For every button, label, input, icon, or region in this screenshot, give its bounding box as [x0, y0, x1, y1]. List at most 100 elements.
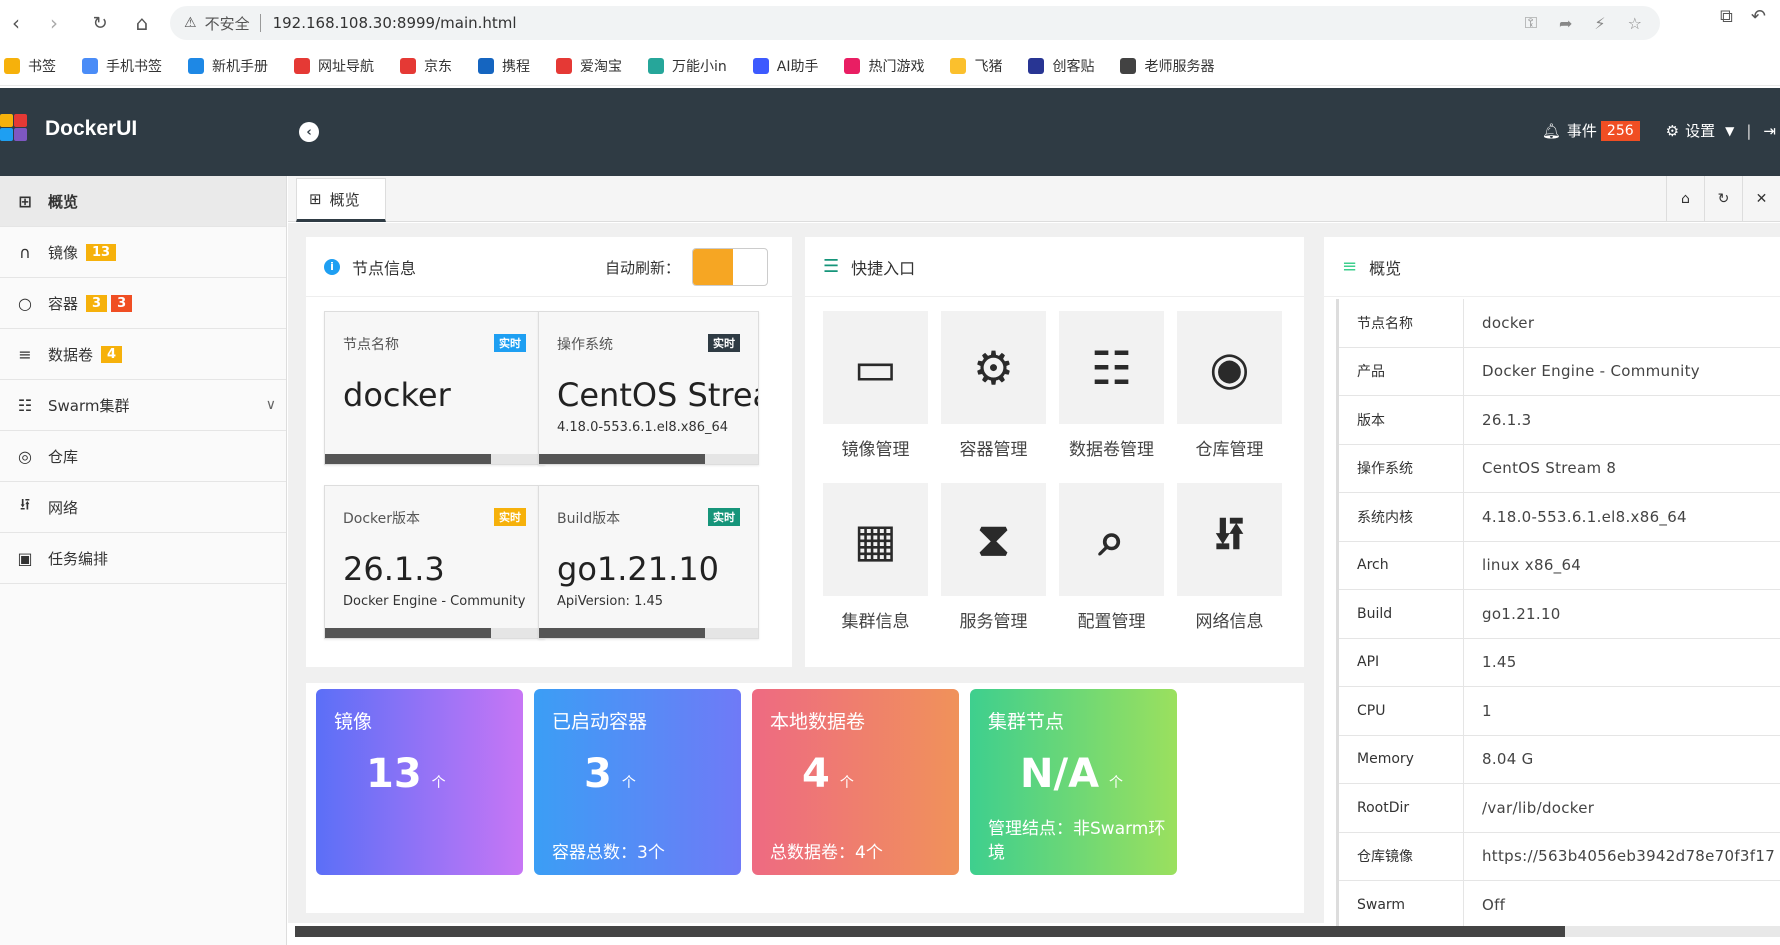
- quick-entry-tile[interactable]: ⚙: [941, 311, 1046, 424]
- quick-entry-label[interactable]: 配置管理: [1059, 607, 1164, 632]
- bell-icon[interactable]: 🔔︎: [1542, 122, 1561, 140]
- bookmark-item[interactable]: 新机手册: [188, 56, 268, 76]
- row-value: https://563b4056eb3942d78e70f3f17: [1482, 847, 1776, 866]
- sidebar-item[interactable]: ⊞ 概览: [0, 176, 286, 227]
- sidebar-item[interactable]: ≡ 数据卷 4: [0, 329, 286, 380]
- events-label[interactable]: 事件: [1567, 120, 1597, 141]
- share-icon[interactable]: ➦: [1559, 14, 1572, 33]
- back-icon[interactable]: ‹: [0, 7, 32, 39]
- bookmark-item[interactable]: 手机书签: [82, 56, 162, 76]
- bookmark-label: 书签: [28, 58, 56, 75]
- forward-icon[interactable]: ›: [38, 7, 70, 39]
- bookmark-item[interactable]: 热门游戏: [844, 56, 924, 76]
- sidebar-item[interactable]: ▣ 任务编排: [0, 533, 286, 584]
- bookmark-icon: [1120, 57, 1137, 74]
- overview-title: 概览: [1369, 258, 1402, 278]
- row-key: 操作系统: [1339, 444, 1464, 492]
- quick-entry-tile[interactable]: ☷: [1059, 311, 1164, 424]
- stat-value: N/A: [1020, 751, 1100, 797]
- quick-entry-tile[interactable]: ⧗: [941, 483, 1046, 596]
- stat-value: 13: [366, 751, 422, 797]
- window-icon: ▭: [853, 340, 898, 395]
- bookmark-item[interactable]: 飞猪: [950, 56, 1002, 76]
- sidebar-item[interactable]: ⭿ 网络: [0, 482, 286, 533]
- home-tab-icon[interactable]: ⌂: [1666, 176, 1704, 222]
- table-row: 节点名称 docker: [1339, 299, 1780, 348]
- star-icon[interactable]: ☆: [1628, 14, 1642, 33]
- quick-entry-label[interactable]: 集群信息: [823, 607, 928, 632]
- horizontal-scrollbar[interactable]: [295, 926, 1780, 937]
- quick-entry-label[interactable]: 网络信息: [1177, 607, 1282, 632]
- bookmark-item[interactable]: 爱淘宝: [556, 56, 622, 76]
- sidebar-item-label: 仓库: [48, 447, 79, 466]
- stat-footer: 管理结点：非Swarm环境: [988, 819, 1166, 863]
- undo-icon[interactable]: ↶: [1751, 6, 1766, 27]
- sidebar-item[interactable]: ○ 容器 3 3: [0, 278, 286, 329]
- reload-icon[interactable]: ↻: [84, 7, 116, 39]
- chevron-down-icon[interactable]: ∨: [266, 397, 276, 413]
- address-bar[interactable]: ⚠ 不安全 192.168.108.30:8999/main.html ⚿ ➦ …: [170, 6, 1660, 40]
- sidebar-item[interactable]: ∩ 镜像 13: [0, 227, 286, 278]
- row-key: 仓库镜像: [1339, 832, 1464, 880]
- bookmark-item[interactable]: 万能小in: [648, 56, 727, 76]
- caret-down-icon[interactable]: ▼: [1725, 124, 1734, 138]
- quick-entry-tile[interactable]: ⭿: [1177, 483, 1282, 596]
- bookmark-icon: [294, 57, 310, 74]
- bookmark-icon: [752, 57, 769, 74]
- quick-entry-label[interactable]: 容器管理: [941, 435, 1046, 460]
- sitemap-icon: ☷: [17, 395, 33, 415]
- extensions-icon[interactable]: ⧉: [1720, 6, 1733, 27]
- refresh-tab-icon[interactable]: ↻: [1704, 176, 1742, 222]
- quick-entry-label[interactable]: 镜像管理: [823, 435, 928, 460]
- stat-card[interactable]: 已启动容器 3 个容器总数：3个: [534, 689, 741, 875]
- sidebar-item[interactable]: ◎ 仓库: [0, 431, 286, 482]
- card-value: CentOS Stream 8: [557, 376, 758, 414]
- table-row: Build go1.21.10: [1339, 590, 1780, 639]
- stat-card[interactable]: 本地数据卷 4 个总数据卷：4个: [752, 689, 959, 875]
- sidebar-item[interactable]: ☷ Swarm集群 ∨: [0, 380, 286, 431]
- tab-overview[interactable]: ⊞ 概览: [296, 178, 386, 222]
- bookmark-item[interactable]: 书签: [4, 56, 56, 76]
- gear-icon[interactable]: ⚙: [1666, 122, 1679, 140]
- quick-entry-label[interactable]: 仓库管理: [1177, 435, 1282, 460]
- stat-card[interactable]: 集群节点 N/A 个管理结点：非Swarm环境: [970, 689, 1177, 875]
- stat-card[interactable]: 镜像 13 个: [316, 689, 523, 875]
- auto-refresh-toggle[interactable]: [692, 248, 768, 286]
- bolt-icon[interactable]: ⚡: [1594, 14, 1605, 33]
- bookmark-item[interactable]: 创客贴: [1028, 56, 1094, 76]
- quick-entry-tile[interactable]: ⌕: [1059, 483, 1164, 596]
- quick-entry-tile[interactable]: ▦: [823, 483, 928, 596]
- table-row: 版本 26.1.3: [1339, 396, 1780, 445]
- stat-unit: 个: [431, 775, 446, 791]
- key-icon[interactable]: ⚿: [1525, 13, 1537, 33]
- quick-entry-tile[interactable]: ◉: [1177, 311, 1282, 424]
- quick-entry-label[interactable]: 数据卷管理: [1059, 435, 1164, 460]
- bookmark-icon: [950, 57, 967, 74]
- logout-icon[interactable]: ⇥: [1763, 122, 1776, 140]
- home-icon[interactable]: ⌂: [126, 7, 158, 39]
- node-info-card: Build版本 实时 go1.21.10 ApiVersion: 1.45: [538, 485, 759, 639]
- overview-panel: ≡ 概览 节点名称 docker 产品 Docker Engine - Communi…: [1324, 237, 1780, 930]
- bookmark-icon: [648, 57, 664, 74]
- realtime-tag: 实时: [708, 508, 740, 526]
- quick-entry-tile[interactable]: ▭: [823, 311, 928, 424]
- row-key: 版本: [1339, 396, 1464, 444]
- events-count-badge[interactable]: 256: [1600, 120, 1640, 141]
- collapse-sidebar-icon[interactable]: ‹: [299, 122, 319, 142]
- bookmark-item[interactable]: 携程: [478, 56, 530, 76]
- bookmark-icon: [4, 57, 20, 74]
- sidebar-item-label: 概览: [48, 192, 79, 211]
- close-tab-icon[interactable]: ✕: [1742, 176, 1780, 222]
- sidebar-item-label: 容器: [48, 294, 79, 313]
- quick-entry-label[interactable]: 服务管理: [941, 607, 1046, 632]
- settings-label[interactable]: 设置: [1685, 120, 1715, 141]
- url-text[interactable]: 192.168.108.30:8999/main.html: [273, 14, 517, 32]
- row-key: Arch: [1339, 541, 1464, 589]
- bookmark-item[interactable]: AI助手: [752, 56, 818, 76]
- bookmark-item[interactable]: 老师服务器: [1120, 56, 1214, 76]
- overview-header: ≡ 概览: [1324, 237, 1780, 297]
- bookmark-item[interactable]: 京东: [400, 56, 452, 76]
- podcast-icon: ◎: [18, 446, 32, 466]
- bookmark-item[interactable]: 网址导航: [294, 56, 374, 76]
- security-label: 不安全: [204, 14, 250, 33]
